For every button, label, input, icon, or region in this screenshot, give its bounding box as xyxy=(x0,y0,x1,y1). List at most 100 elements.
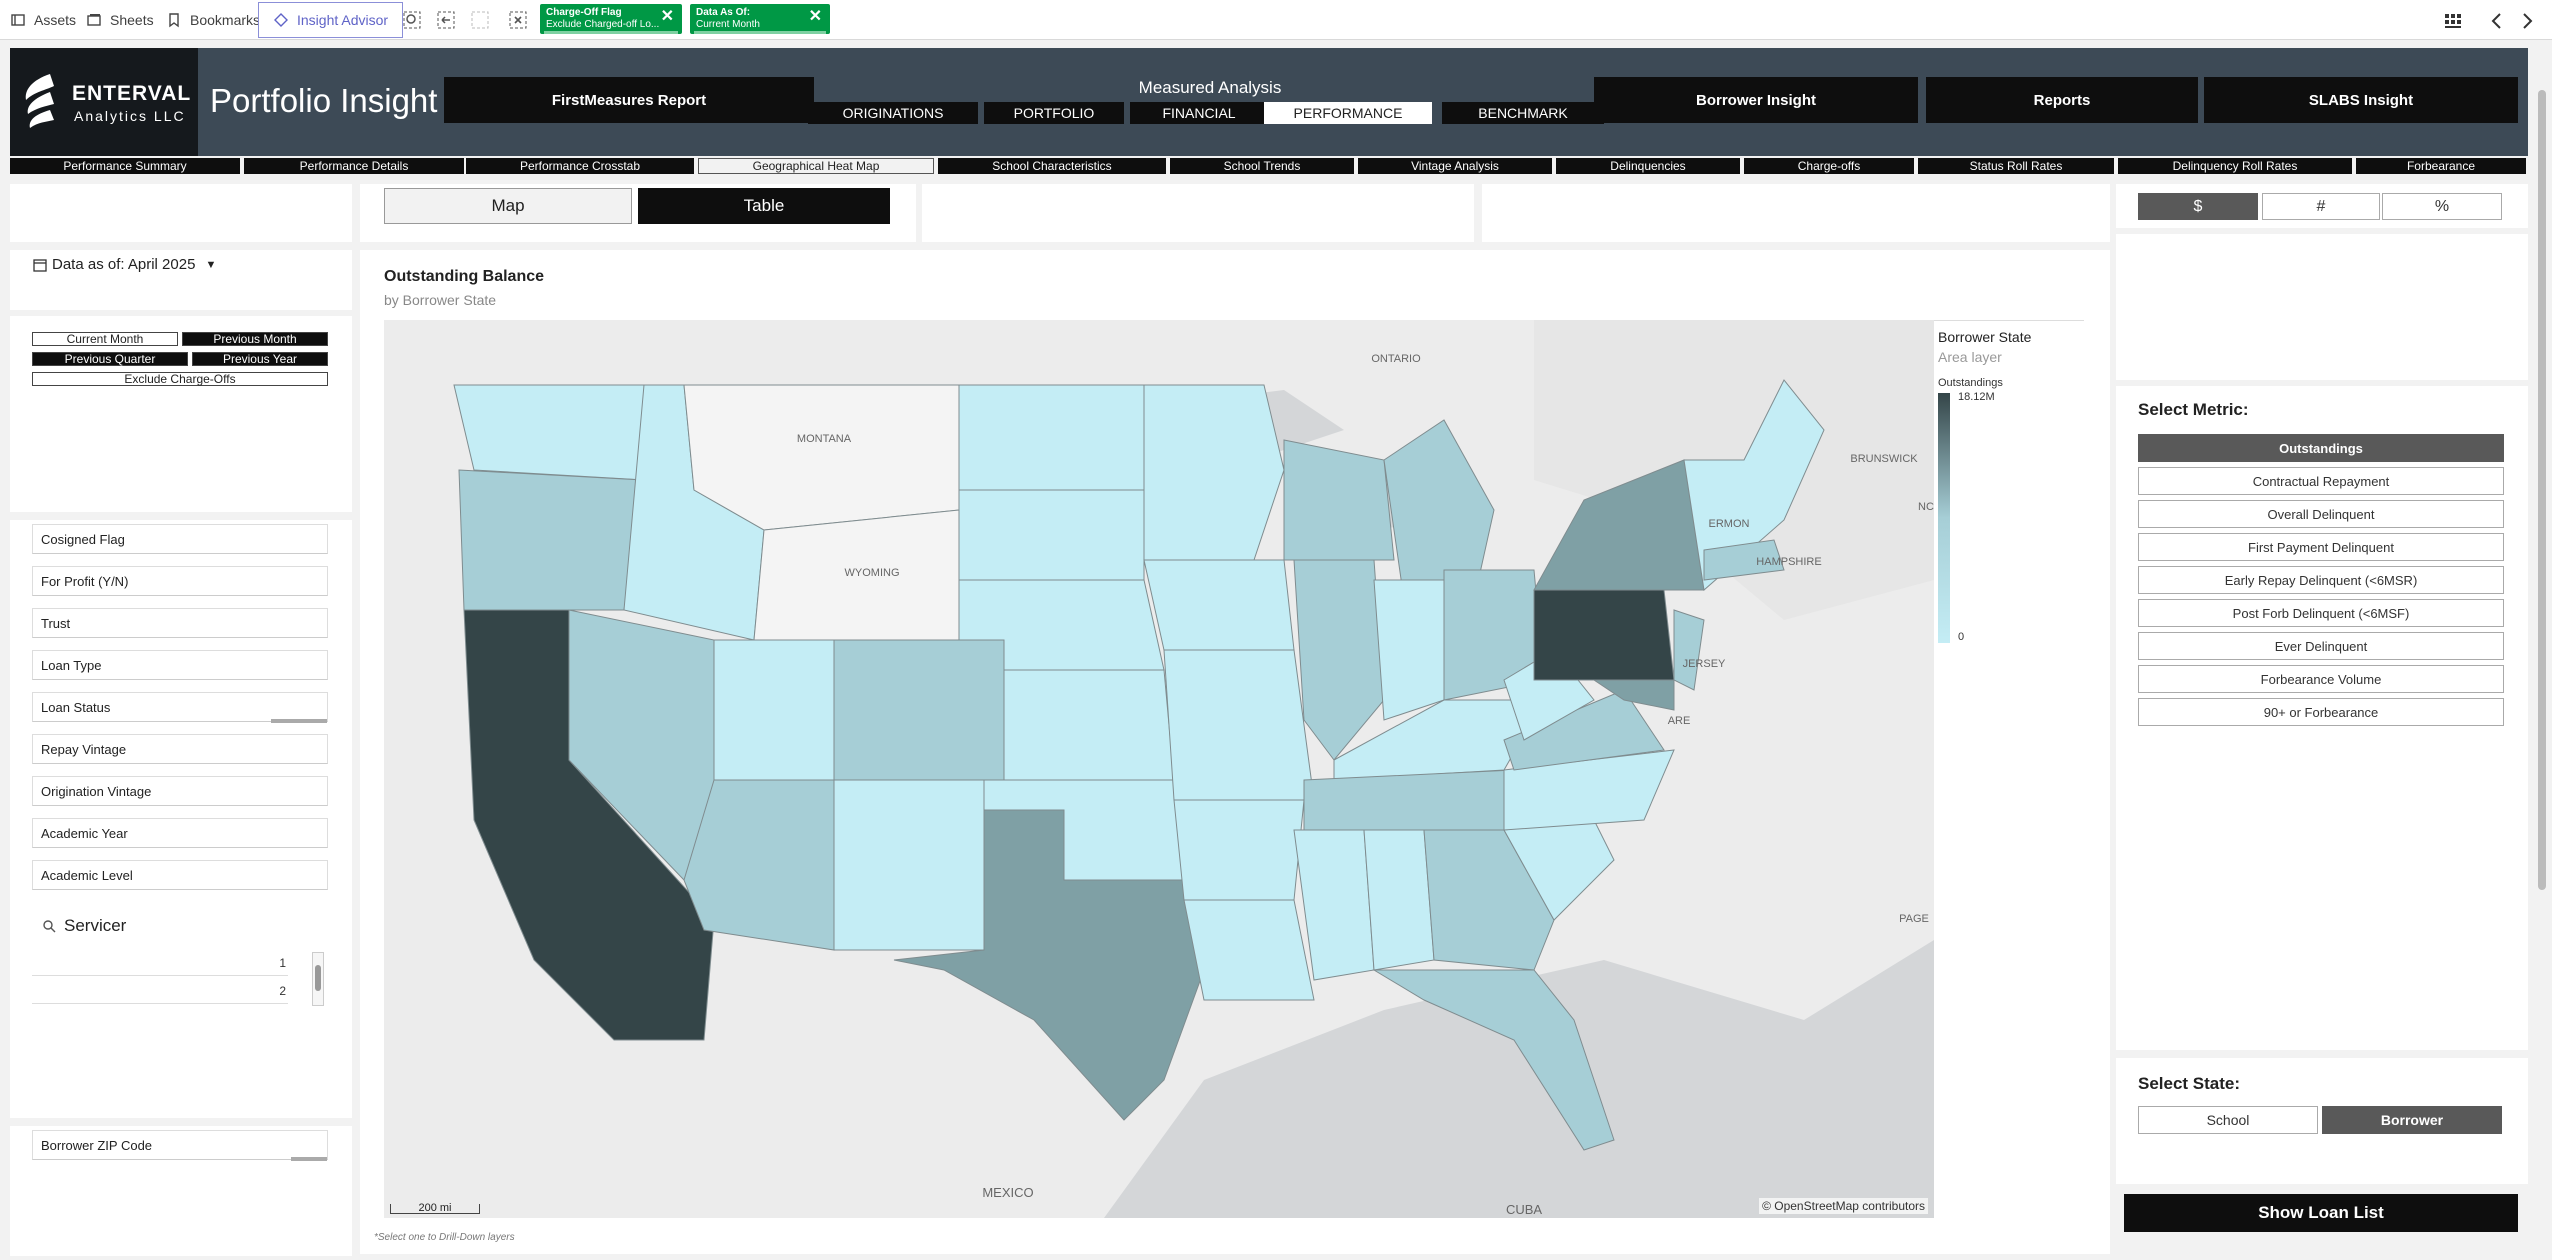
selection-chip-data-asof[interactable]: Data As Of: Current Month ✕ xyxy=(690,4,830,34)
bookmarks-button[interactable]: Bookmarks xyxy=(160,6,266,34)
subtab-forbearance[interactable]: Forbearance xyxy=(2356,158,2526,174)
subtab-performance-details[interactable]: Performance Details xyxy=(244,158,464,174)
tab-financial[interactable]: FINANCIAL xyxy=(1130,102,1268,124)
metric-ever-delinquent[interactable]: Ever Delinquent xyxy=(2138,632,2504,660)
subtab-delinquencies[interactable]: Delinquencies xyxy=(1556,158,1740,174)
state-tennessee xyxy=(1303,769,1515,831)
subtab-school-characteristics[interactable]: School Characteristics xyxy=(938,158,1166,174)
insight-advisor-label: Insight Advisor xyxy=(297,12,389,28)
firstmeasures-report-button[interactable]: FirstMeasures Report xyxy=(444,77,814,123)
choropleth-map[interactable]: ONTARIO MONTANA WYOMING MEXICO CUBA BRUN… xyxy=(384,320,1934,1218)
filter-trust[interactable]: Trust xyxy=(32,608,328,638)
filter-loan-type[interactable]: Loan Type xyxy=(32,650,328,680)
map-toggle-button[interactable]: Map xyxy=(384,188,632,224)
sheets-button[interactable]: Sheets xyxy=(80,6,160,34)
unit-dollar-button[interactable]: $ xyxy=(2138,193,2258,220)
assets-button[interactable]: Assets xyxy=(4,6,82,34)
grid-menu-icon[interactable] xyxy=(2442,10,2464,32)
sheets-label: Sheets xyxy=(110,12,154,28)
scale-bar: 200 mi xyxy=(390,1203,480,1214)
search-icon[interactable] xyxy=(42,919,56,933)
servicer-item[interactable]: 1 xyxy=(32,956,288,976)
map-attribution[interactable]: © OpenStreetMap contributors xyxy=(1759,1198,1928,1214)
tab-performance[interactable]: PERFORMANCE xyxy=(1264,102,1432,124)
sheets-icon xyxy=(87,14,101,26)
table-toggle-button[interactable]: Table xyxy=(638,188,890,224)
metric-overall-delinquent[interactable]: Overall Delinquent xyxy=(2138,500,2504,528)
state-school-button[interactable]: School xyxy=(2138,1106,2318,1134)
state-montana xyxy=(683,384,960,531)
filter-scrollbar[interactable] xyxy=(271,719,327,723)
filter-academic-year[interactable]: Academic Year xyxy=(32,818,328,848)
state-utah xyxy=(713,639,835,781)
step-back-icon[interactable] xyxy=(436,10,456,30)
data-asof-dropdown[interactable]: Data as of: April 2025 ▼ xyxy=(32,256,216,273)
reports-button[interactable]: Reports xyxy=(1926,77,2198,123)
prev-sheet-icon[interactable] xyxy=(2486,10,2508,32)
subtab-school-trends[interactable]: School Trends xyxy=(1170,158,1354,174)
servicer-scroll-thumb[interactable] xyxy=(315,965,321,991)
metric-post-forb-delinquent[interactable]: Post Forb Delinquent (<6MSF) xyxy=(2138,599,2504,627)
state-borrower-button[interactable]: Borrower xyxy=(2322,1106,2502,1134)
state-arizona xyxy=(683,779,835,951)
borrower-insight-button[interactable]: Borrower Insight xyxy=(1594,77,1918,123)
top-toolbar: Assets Sheets Bookmarks Insight Advisor … xyxy=(0,0,2552,40)
filter-scrollbar[interactable] xyxy=(291,1157,327,1161)
state-layer[interactable] xyxy=(453,379,1825,1151)
legend-gradient xyxy=(1938,393,1950,643)
previous-year-button[interactable]: Previous Year xyxy=(192,352,328,366)
slabs-insight-button[interactable]: SLABS Insight xyxy=(2204,77,2518,123)
enterval-logo-icon xyxy=(25,74,54,128)
legend-title: Borrower State xyxy=(1938,329,2032,345)
filter-academic-level[interactable]: Academic Level xyxy=(32,860,328,890)
chip-value: Exclude Charged-off Lo... xyxy=(546,19,660,30)
page-scroll-thumb[interactable] xyxy=(2538,90,2546,890)
close-icon[interactable]: ✕ xyxy=(661,9,674,25)
chip-value: Current Month xyxy=(696,19,760,30)
filter-loan-status[interactable]: Loan Status xyxy=(32,692,328,723)
subtab-performance-summary[interactable]: Performance Summary xyxy=(10,158,240,174)
map-canvas[interactable]: ONTARIO MONTANA WYOMING MEXICO CUBA BRUN… xyxy=(384,320,1934,1218)
subtab-performance-crosstab[interactable]: Performance Crosstab xyxy=(466,158,694,174)
tab-benchmark[interactable]: BENCHMARK xyxy=(1442,102,1604,124)
close-icon[interactable]: ✕ xyxy=(809,9,822,25)
filter-repay-vintage[interactable]: Repay Vintage xyxy=(32,734,328,764)
servicer-item[interactable]: 2 xyxy=(32,984,288,1004)
logo-name: ENTERVAL xyxy=(72,82,192,105)
clear-selections-icon[interactable] xyxy=(508,10,528,30)
exclude-chargeoffs-button[interactable]: Exclude Charge-Offs xyxy=(32,372,328,386)
subtab-vintage-analysis[interactable]: Vintage Analysis xyxy=(1358,158,1552,174)
logo: ENTERVAL Analytics LLC xyxy=(10,48,198,156)
filter-borrower-zip[interactable]: Borrower ZIP Code xyxy=(32,1130,328,1161)
metric-outstandings[interactable]: Outstandings xyxy=(2138,434,2504,462)
step-forward-icon[interactable] xyxy=(470,10,490,30)
show-loan-list-button[interactable]: Show Loan List xyxy=(2124,1194,2518,1232)
filter-cosigned-flag[interactable]: Cosigned Flag xyxy=(32,524,328,554)
next-sheet-icon[interactable] xyxy=(2516,10,2538,32)
current-month-button[interactable]: Current Month xyxy=(32,332,178,346)
unit-count-button[interactable]: # xyxy=(2262,193,2380,220)
selection-chip-chargeoff[interactable]: Charge-Off Flag Exclude Charged-off Lo..… xyxy=(540,4,682,34)
subtab-delinquency-roll-rates[interactable]: Delinquency Roll Rates xyxy=(2118,158,2352,174)
subtab-charge-offs[interactable]: Charge-offs xyxy=(1744,158,1914,174)
metric-early-repay-delinquent[interactable]: Early Repay Delinquent (<6MSR) xyxy=(2138,566,2504,594)
tab-portfolio[interactable]: PORTFOLIO xyxy=(984,102,1124,124)
filter-for-profit[interactable]: For Profit (Y/N) xyxy=(32,566,328,596)
servicer-scrollbar[interactable] xyxy=(312,952,324,1006)
previous-month-button[interactable]: Previous Month xyxy=(182,332,328,346)
page-scrollbar[interactable] xyxy=(2536,44,2548,1254)
subtab-geographical-heat-map[interactable]: Geographical Heat Map xyxy=(698,158,934,174)
previous-quarter-button[interactable]: Previous Quarter xyxy=(32,352,188,366)
metric-forbearance-volume[interactable]: Forbearance Volume xyxy=(2138,665,2504,693)
filter-origination-vintage[interactable]: Origination Vintage xyxy=(32,776,328,806)
unit-percent-button[interactable]: % xyxy=(2382,193,2502,220)
metric-90-or-forbearance[interactable]: 90+ or Forbearance xyxy=(2138,698,2504,726)
insight-advisor-button[interactable]: Insight Advisor xyxy=(258,2,404,38)
subtab-status-roll-rates[interactable]: Status Roll Rates xyxy=(1918,158,2114,174)
metric-contractual-repayment[interactable]: Contractual Repayment xyxy=(2138,467,2504,495)
legend-field: Outstandings xyxy=(1938,377,2003,389)
tab-originations[interactable]: ORIGINATIONS xyxy=(808,102,978,124)
metric-first-payment-delinquent[interactable]: First Payment Delinquent xyxy=(2138,533,2504,561)
chevron-down-icon: ▼ xyxy=(205,258,217,271)
smart-search-icon[interactable] xyxy=(402,10,422,30)
